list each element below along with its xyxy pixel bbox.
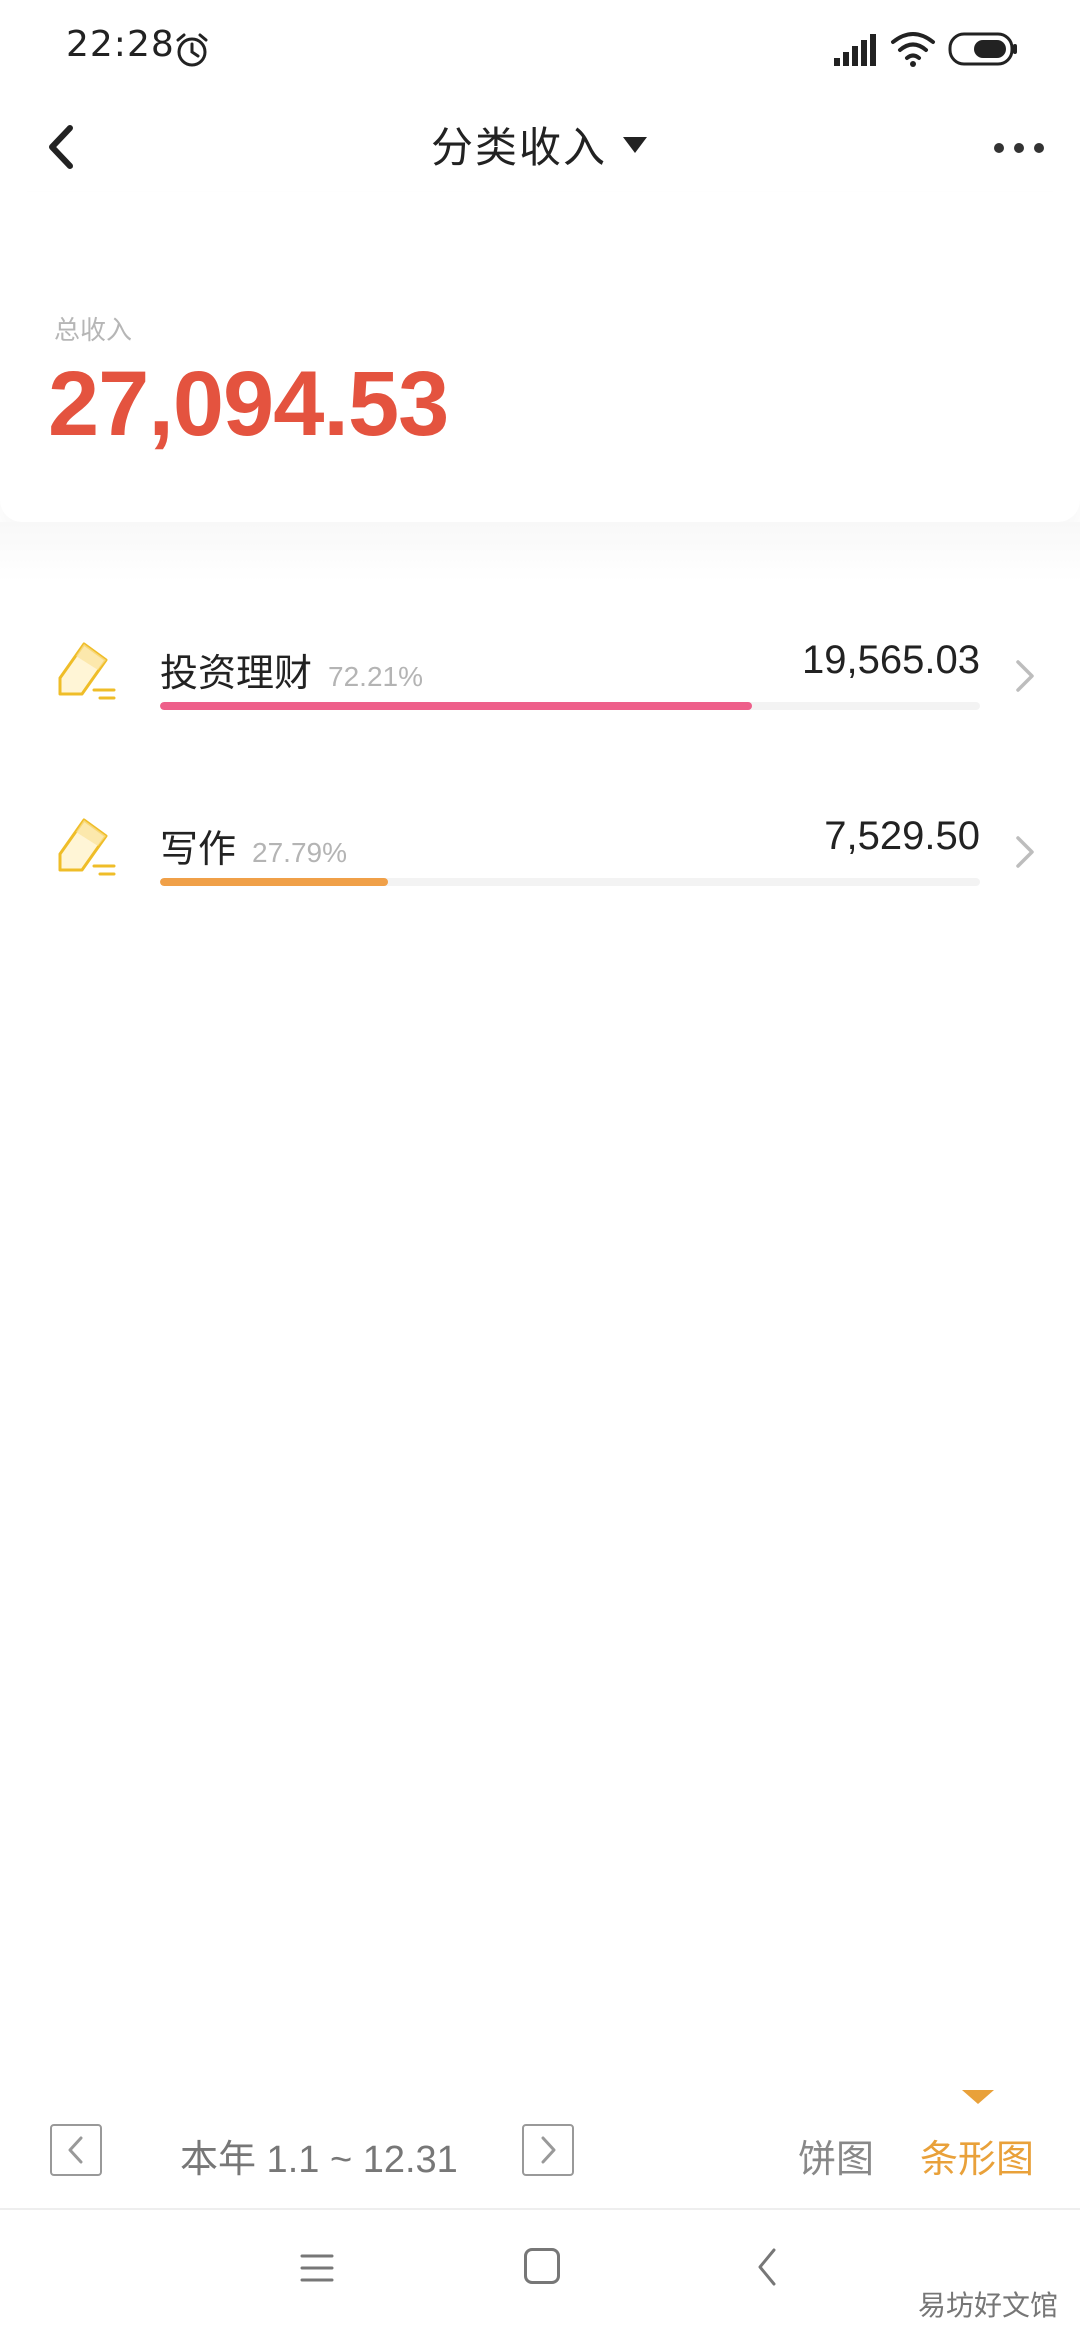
category-row[interactable]: 写作 27.79% 7,529.50 (0, 788, 1080, 938)
caret-down-icon (623, 136, 647, 153)
more-dot-icon (1014, 143, 1024, 153)
progress-track (160, 702, 980, 710)
section-divider (0, 522, 1080, 582)
chevron-right-icon (1016, 836, 1034, 868)
wifi-icon (891, 32, 935, 67)
page-title: 分类收入 (430, 123, 607, 172)
category-percent: 72.21% (328, 661, 423, 692)
battery-icon (948, 32, 1017, 66)
more-dot-icon (1034, 143, 1044, 153)
edit-pencil-icon (58, 818, 116, 876)
chevron-right-icon (1016, 660, 1034, 692)
watermark: 易坊好文馆 (917, 2289, 1058, 2322)
chevron-right-icon (541, 2136, 556, 2164)
total-income-value: 27,094.53 (48, 353, 449, 455)
system-back-icon[interactable] (754, 2246, 780, 2288)
category-name: 写作 (160, 827, 237, 871)
next-period-button[interactable] (522, 2124, 574, 2176)
active-tab-indicator-icon (962, 2090, 994, 2104)
category-name-wrap: 投资理财 72.21% (160, 642, 423, 697)
header: 分类收入 (0, 100, 1080, 192)
category-row[interactable]: 投资理财 72.21% 19,565.03 (0, 612, 1080, 762)
bottom-toolbar: 本年 1.1 ~ 12.31 饼图 条形图 (0, 2090, 1080, 2210)
signal-icon (834, 34, 876, 66)
category-name-wrap: 写作 27.79% (160, 818, 347, 873)
category-percent: 27.79% (252, 837, 347, 868)
progress-fill (160, 702, 753, 710)
menu-icon[interactable] (298, 2248, 336, 2288)
date-range[interactable]: 本年 1.1 ~ 12.31 (180, 2128, 458, 2183)
category-amount: 7,529.50 (824, 814, 980, 858)
chevron-left-icon (68, 2136, 83, 2164)
status-time: 22:28 (66, 24, 175, 65)
system-navigation-bar: 易坊好文馆 (0, 2212, 1080, 2340)
more-dot-icon (994, 143, 1004, 153)
tab-pie-chart[interactable]: 饼图 (798, 2128, 874, 2183)
total-income-label: 总收入 (54, 316, 133, 346)
summary-card: 总收入 27,094.53 (0, 192, 1080, 522)
screen: 22:28 分类收入 总收入 27,094.53 投资理财 72.21% 19,… (0, 0, 1080, 2340)
status-bar: 22:28 (0, 0, 1080, 100)
title-dropdown[interactable]: 分类收入 (0, 114, 1080, 175)
category-name: 投资理财 (160, 651, 313, 695)
previous-period-button[interactable] (50, 2124, 102, 2176)
edit-pencil-icon (58, 642, 116, 700)
progress-track (160, 878, 980, 886)
more-button[interactable] (984, 118, 1054, 178)
tab-bar-chart[interactable]: 条形图 (920, 2128, 1034, 2183)
progress-fill (160, 878, 388, 886)
category-amount: 19,565.03 (802, 638, 980, 682)
alarm-icon (176, 33, 208, 67)
home-button[interactable] (524, 2248, 560, 2284)
